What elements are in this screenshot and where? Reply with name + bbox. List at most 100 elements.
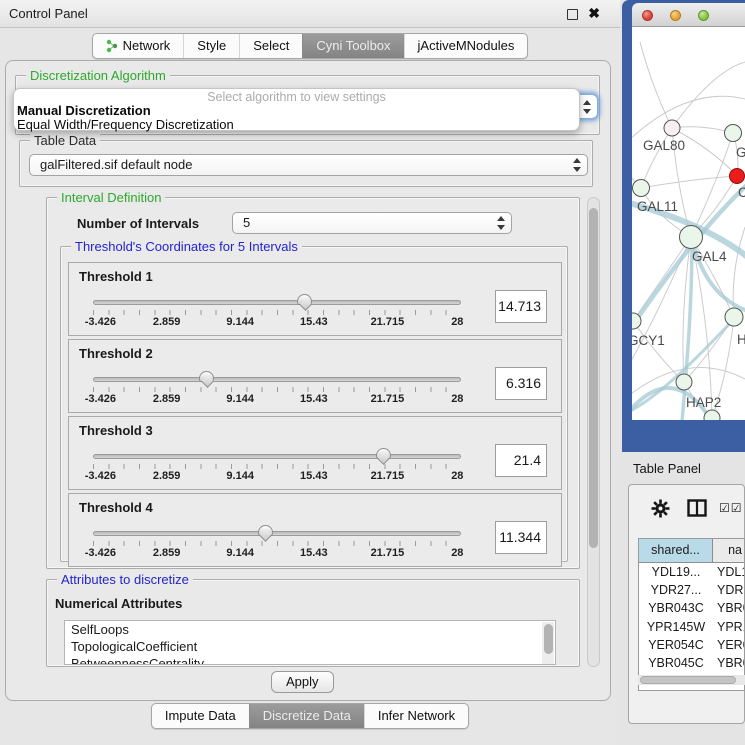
cyni-toolbox-panel: Discretization Algorithm Table Data galF… — [5, 60, 611, 701]
panel-scrollbar[interactable] — [587, 197, 600, 667]
scrollbar-thumb[interactable] — [544, 624, 553, 654]
thresholds-group: Threshold's Coordinates for 5 Intervals … — [60, 246, 568, 562]
table-data-select[interactable]: galFiltered.sif default node — [29, 154, 588, 176]
node-gal4 — [680, 226, 703, 249]
table-horizontal-scrollbar[interactable] — [638, 675, 745, 685]
threshold-value-field[interactable]: 11.344 — [495, 521, 547, 554]
slider-tick-labels: -3.426 2.859 9.144 15.43 21.715 28 — [93, 470, 461, 482]
numerical-attributes-list[interactable]: SelfLoops TopologicalCoefficient Between… — [64, 620, 556, 665]
table-row[interactable]: YPR145WYPR1 — [639, 618, 744, 636]
node-gal80 — [664, 120, 680, 136]
table-row[interactable]: YER054CYER0 — [639, 636, 744, 654]
slider-track[interactable] — [93, 531, 461, 536]
threshold-slider[interactable]: -3.426 2.859 9.144 21.715 15.43 28 — [93, 531, 461, 561]
group-title: Attributes to discretize — [57, 572, 193, 587]
tab-select[interactable]: Select — [239, 34, 302, 58]
slider-thumb[interactable] — [199, 371, 214, 382]
apply-button[interactable]: Apply — [271, 671, 334, 693]
zoom-traffic-light-icon[interactable] — [698, 10, 709, 21]
threshold-label: Threshold 4 — [79, 500, 153, 515]
node-top-right — [725, 125, 742, 142]
threshold-row: Threshold 1 -3.426 2.859 9.144 15.43 — [68, 262, 562, 336]
threshold-value-field[interactable]: 21.4 — [495, 444, 547, 477]
tab-label: Discretize Data — [263, 708, 351, 723]
tab-network[interactable]: Network — [93, 34, 184, 58]
list-item[interactable]: TopologicalCoefficient — [65, 638, 555, 655]
node-label-gal4: GAL4 — [692, 249, 727, 264]
node-label-partial-h: H — [737, 332, 745, 347]
table-data-group: Table Data galFiltered.sif default node — [19, 140, 593, 187]
threshold-row: Threshold 4 -3.426 2.859 9.144 21.715 — [68, 493, 562, 567]
close-icon[interactable]: ✖ — [588, 5, 600, 22]
stepper-arrows-icon — [496, 216, 505, 230]
table-header: shared... na — [639, 539, 744, 563]
minimize-traffic-light-icon[interactable] — [670, 10, 681, 21]
table-row[interactable]: YLR345WYLR3 — [639, 690, 744, 691]
tab-infer-network[interactable]: Infer Network — [364, 704, 468, 728]
slider-ticks — [93, 387, 461, 392]
table-row[interactable]: YDR27...YDR2 — [639, 581, 744, 599]
network-graph — [632, 27, 745, 420]
slider-thumb[interactable] — [258, 525, 273, 536]
table-panel: ☑☑ shared... na YDL19...YDL1 YDR27...YDR… — [628, 484, 745, 724]
threshold-slider[interactable]: -3.426 2.859 9.144 15.43 21.715 28 — [93, 377, 461, 407]
tab-cyni-toolbox[interactable]: Cyni Toolbox — [302, 34, 403, 58]
list-scrollbar[interactable] — [542, 622, 554, 665]
network-icon — [106, 39, 118, 53]
slider-thumb[interactable] — [376, 448, 391, 459]
threshold-value-field[interactable]: 14.713 — [495, 290, 547, 323]
column-header-shared-name[interactable]: shared... — [639, 539, 713, 562]
node-label-partial-ga: GA — [736, 145, 745, 160]
group-title: Interval Definition — [57, 190, 165, 205]
panel-title: Control Panel — [9, 6, 88, 21]
tab-label: Network — [123, 38, 171, 53]
table-panel-title: Table Panel — [633, 461, 701, 476]
threshold-label: Threshold 3 — [79, 423, 153, 438]
table-row[interactable]: YDL19...YDL1 — [639, 563, 744, 581]
tab-discretize-data[interactable]: Discretize Data — [249, 704, 364, 728]
slider-ticks — [93, 541, 461, 546]
float-window-icon[interactable] — [567, 9, 578, 20]
slider-ticks — [93, 464, 461, 469]
threshold-value-field[interactable]: 6.316 — [495, 367, 547, 400]
network-canvas[interactable]: GAL80 GA C GAL11 GAL4 GCY1 H HAP2 — [632, 27, 745, 420]
node-table[interactable]: shared... na YDL19...YDL1 YDR27...YDR2 Y… — [638, 538, 745, 691]
tab-style[interactable]: Style — [183, 34, 239, 58]
top-tab-bar: Network Style Select Cyni Toolbox jActiv… — [0, 33, 620, 59]
threshold-slider[interactable]: -3.426 2.859 9.144 15.43 21.715 28 — [93, 454, 461, 484]
node-label-hap2: HAP2 — [686, 395, 721, 410]
scrollbar-thumb[interactable] — [640, 676, 736, 684]
column-header-name[interactable]: na — [713, 539, 744, 562]
threshold-label: Threshold 2 — [79, 346, 153, 361]
close-traffic-light-icon[interactable] — [642, 10, 653, 21]
group-title: Discretization Algorithm — [26, 68, 170, 83]
list-item[interactable]: BetweennessCentrality — [65, 655, 555, 665]
group-title: Threshold's Coordinates for 5 Intervals — [71, 239, 302, 254]
tab-label: Impute Data — [165, 708, 236, 723]
screen: Control Panel ✖ Network Style — [0, 0, 745, 745]
table-row[interactable]: YBR043CYBR0 — [639, 599, 744, 617]
dropdown-option-manual[interactable]: Manual Discretization — [14, 104, 579, 118]
split-columns-icon[interactable] — [687, 499, 707, 517]
table-row[interactable]: YBR045CYBR0 — [639, 654, 744, 672]
dropdown-option-equal-width[interactable]: Equal Width/Frequency Discretization — [14, 118, 579, 132]
node-gal11 — [633, 180, 650, 197]
tab-impute-data[interactable]: Impute Data — [152, 704, 249, 728]
slider-track[interactable] — [93, 454, 461, 459]
slider-track[interactable] — [93, 300, 461, 305]
node-label-gal80: GAL80 — [643, 138, 685, 153]
gear-icon[interactable] — [651, 499, 670, 518]
threshold-slider[interactable]: -3.426 2.859 9.144 15.43 21.715 28 — [93, 300, 461, 330]
num-intervals-select[interactable]: 5 — [232, 212, 512, 234]
scrollbar-thumb[interactable] — [589, 208, 598, 548]
node-right-mid — [725, 308, 743, 326]
list-item[interactable]: SelfLoops — [65, 621, 555, 638]
selected-table: galFiltered.sif default node — [40, 157, 192, 172]
network-window-titlebar[interactable] — [632, 3, 745, 27]
slider-track[interactable] — [93, 377, 461, 382]
slider-thumb[interactable] — [297, 294, 312, 305]
tab-jactivemnodules[interactable]: jActiveMNodules — [404, 34, 528, 58]
checkbox-icons[interactable]: ☑☑ — [719, 501, 743, 515]
node-label-gcy1: GCY1 — [632, 333, 665, 348]
algorithm-dropdown-popup: Select algorithm to view settings Manual… — [13, 88, 580, 131]
